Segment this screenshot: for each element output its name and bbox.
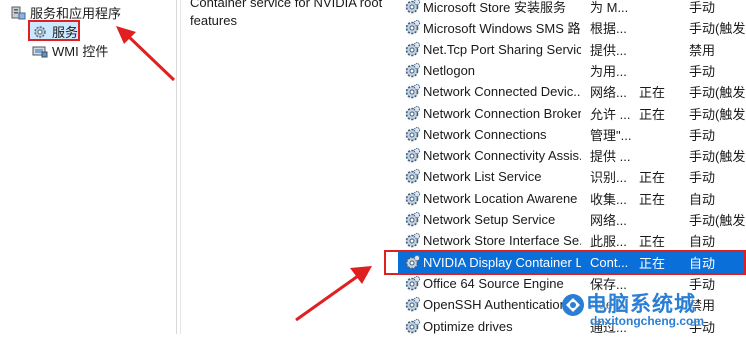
table-row[interactable]: Net.Tcp Port Sharing Service 提供... 禁用 <box>398 39 746 60</box>
service-description: 提供... <box>590 42 627 58</box>
service-startup-type: 手动(触发 <box>689 213 746 228</box>
services-apps-icon <box>10 5 26 21</box>
tree-label-wmi: WMI 控件 <box>52 44 109 59</box>
service-name: Netlogon <box>423 62 476 78</box>
service-gear-icon <box>405 233 421 248</box>
service-description: 为 M... <box>590 0 629 15</box>
service-name: OpenSSH Authentication ... <box>423 297 581 313</box>
service-description: 网络... <box>590 213 627 228</box>
service-description: 识别... <box>590 170 627 186</box>
service-startup-type: 手动(触发 <box>689 21 746 37</box>
service-name: Network Connected Devic... <box>423 84 581 100</box>
service-description-pane: Container service for NVIDIA root featur… <box>190 0 390 30</box>
table-row[interactable]: Network Connectivity Assis... 提供 ... 手动(触发 <box>398 145 746 166</box>
service-startup-type: 手动 <box>689 127 716 143</box>
tree-item-wmi[interactable]: WMI 控件 <box>32 41 108 60</box>
service-description: 提供 ... <box>590 149 631 165</box>
pane-divider[interactable] <box>176 0 177 334</box>
selected-row-annotation-box <box>384 250 746 275</box>
table-row[interactable]: Network Connections 管理"... 手动 <box>398 124 746 145</box>
service-gear-icon <box>405 147 421 163</box>
service-name: Network Connectivity Assis... <box>423 148 581 164</box>
table-row[interactable]: Network Location Awarene 收集... 正在 自动 <box>398 188 746 209</box>
service-status: 正在 <box>639 106 666 122</box>
service-gear-icon <box>405 318 421 333</box>
service-name: Network Connection Broker <box>423 105 581 121</box>
service-status: 正在 <box>639 234 666 250</box>
service-startup-type: 手动 <box>689 0 716 15</box>
gear-icon <box>32 24 48 40</box>
service-description: 为用... <box>590 63 627 79</box>
service-status: 正在 <box>639 170 666 186</box>
pane-divider-inner <box>180 0 181 334</box>
service-gear-icon <box>405 84 421 99</box>
arrow-to-nvidia-row <box>295 266 372 322</box>
table-row[interactable]: Netlogon 为用... 手动 <box>398 60 746 81</box>
service-description: 此服... <box>590 234 627 250</box>
service-gear-icon <box>405 105 421 120</box>
service-description: 收集... <box>590 191 627 207</box>
wmi-icon <box>32 43 48 59</box>
table-row[interactable]: Network List Service 识别... 正在 手动 <box>398 166 746 187</box>
table-row[interactable]: Microsoft Store 安装服务 为 M... 手动 <box>398 0 746 17</box>
service-startup-type: 自动 <box>689 234 716 250</box>
service-description: 允许 ... <box>590 106 631 122</box>
service-gear-icon <box>405 0 421 14</box>
service-name: Network Store Interface Se... <box>423 233 581 249</box>
table-row[interactable]: Microsoft Windows SMS 路... 根据... 手动(触发 <box>398 17 746 38</box>
service-startup-type: 手动(触发 <box>689 106 746 122</box>
watermark-logo-icon <box>562 294 584 316</box>
service-gear-icon <box>405 20 421 35</box>
service-startup-type: 禁用 <box>689 42 716 58</box>
service-name: Microsoft Windows SMS 路... <box>423 21 581 37</box>
service-name: Network Setup Service <box>423 212 556 227</box>
service-name: Optimize drives <box>423 318 513 334</box>
tree-label-services: 服务 <box>52 25 79 40</box>
service-gear-icon <box>405 62 421 78</box>
service-description: 管理"... <box>590 127 632 143</box>
service-gear-icon <box>405 190 421 205</box>
service-name: Office 64 Source Engine <box>423 275 564 291</box>
service-gear-icon <box>405 297 421 312</box>
service-startup-type: 手动(触发 <box>689 85 746 101</box>
service-gear-icon <box>405 275 421 291</box>
table-row[interactable]: Network Connection Broker 允许 ... 正在 手动(触发 <box>398 103 746 124</box>
service-startup-type: 自动 <box>689 191 716 207</box>
service-name: Net.Tcp Port Sharing Service <box>423 41 581 57</box>
service-startup-type: 手动 <box>689 63 716 79</box>
service-gear-icon <box>405 41 421 56</box>
service-gear-icon <box>405 126 421 142</box>
service-description: 网络... <box>590 85 627 101</box>
tree-item-services[interactable]: 服务 <box>32 22 78 41</box>
table-row[interactable]: Network Store Interface Se... 此服... 正在 自动 <box>398 230 746 251</box>
service-status: 正在 <box>639 191 666 207</box>
service-startup-type: 手动(触发 <box>689 149 746 165</box>
service-name: Microsoft Store 安装服务 <box>423 0 567 15</box>
table-row[interactable]: Network Connected Devic... 网络... 正在 手动(触发 <box>398 81 746 102</box>
console-tree: 服务和应用程序 服务 WMI 控件 <box>0 0 176 334</box>
table-row[interactable]: Network Setup Service 网络... 手动(触发 <box>398 209 746 230</box>
description-line-2: features <box>190 13 237 28</box>
description-line-1: Container service for NVIDIA root <box>190 0 383 10</box>
services-list[interactable]: Microsoft Store 安装服务 为 M... 手动 Microsoft Wi… <box>398 0 746 335</box>
service-status: 正在 <box>639 85 666 101</box>
service-gear-icon <box>405 169 421 184</box>
service-startup-type: 手动 <box>689 170 716 186</box>
service-name: Network Connections <box>423 126 547 142</box>
service-name: Network List Service <box>423 169 542 185</box>
service-description: 根据... <box>590 21 627 37</box>
service-name: Network Location Awarene <box>423 190 578 206</box>
service-gear-icon <box>405 211 421 227</box>
watermark: 电脑系统城 dnxitongcheng.com <box>560 288 746 334</box>
watermark-url: dnxitongcheng.com <box>590 314 704 328</box>
